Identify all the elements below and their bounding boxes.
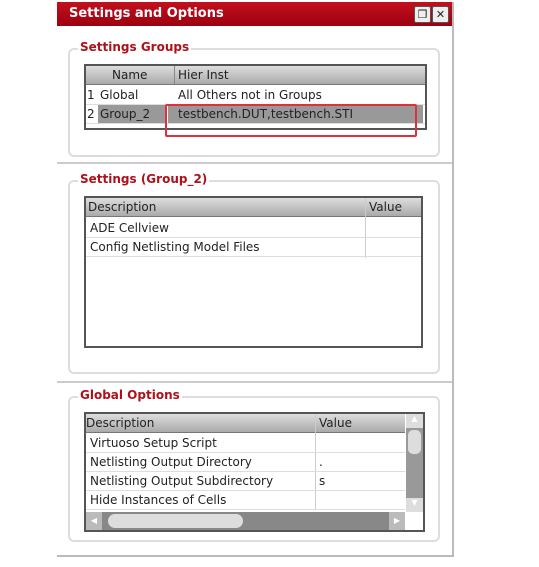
option-description: Netlisting Output Directory: [90, 455, 252, 469]
group-name: Global: [100, 88, 139, 102]
settings-groups-panel: Settings Groups Name Hier Inst 1 Global …: [68, 40, 440, 157]
column-header-description[interactable]: Description: [86, 414, 154, 432]
settings-groups-label: Settings Groups: [78, 40, 192, 54]
group-name: Group_2: [98, 105, 166, 123]
row-number: 2: [87, 107, 95, 121]
setting-description: ADE Cellview: [90, 221, 169, 235]
settings-table: Description Value ADE Cellview Config Ne…: [84, 196, 423, 348]
row-number: 1: [87, 88, 95, 102]
highlight-box: [165, 104, 417, 137]
window-title: Settings and Options: [69, 6, 224, 21]
table-row[interactable]: Hide Instances of Cells: [86, 491, 405, 510]
table-row[interactable]: ADE Cellview: [86, 219, 421, 238]
column-header-name[interactable]: Name: [112, 66, 147, 84]
column-header-description[interactable]: Description: [88, 198, 156, 216]
scroll-up-icon[interactable]: ▲: [406, 414, 423, 428]
global-options-panel: Global Options Description Value Virtuos…: [68, 388, 440, 542]
column-header-value[interactable]: Value: [369, 198, 402, 216]
table-row[interactable]: Virtuoso Setup Script: [86, 434, 405, 453]
title-bar[interactable]: Settings and Options ❐ ✕: [57, 2, 452, 26]
settings-panel: Settings (Group_2) Description Value ADE…: [68, 172, 440, 374]
table-header: Description Value: [86, 198, 421, 217]
group-hier-inst: All Others not in Groups: [178, 88, 322, 102]
table-row[interactable]: Netlisting Output Subdirectory s: [86, 472, 405, 491]
option-description: Hide Instances of Cells: [90, 493, 227, 507]
option-description: Netlisting Output Subdirectory: [90, 474, 274, 488]
option-description: Virtuoso Setup Script: [90, 436, 217, 450]
scroll-left-icon[interactable]: ◀: [86, 512, 102, 530]
column-header-hier-inst[interactable]: Hier Inst: [178, 66, 229, 84]
divider: [57, 162, 452, 164]
horizontal-scroll-thumb[interactable]: [108, 514, 243, 528]
vertical-scrollbar[interactable]: ▲ ▼: [406, 414, 423, 512]
divider: [57, 381, 452, 383]
settings-options-window: Settings and Options ❐ ✕ Settings Groups…: [57, 2, 454, 557]
table-header: Name Hier Inst: [86, 66, 425, 85]
global-options-label: Global Options: [78, 388, 182, 402]
scroll-right-icon[interactable]: ▶: [389, 512, 405, 530]
table-row[interactable]: Netlisting Output Directory .: [86, 453, 405, 472]
setting-description: Config Netlisting Model Files: [90, 240, 260, 254]
table-row[interactable]: Config Netlisting Model Files: [86, 238, 421, 257]
scroll-down-icon[interactable]: ▼: [406, 498, 423, 512]
horizontal-scrollbar[interactable]: ◀ ▶: [86, 512, 405, 530]
table-header: Description Value: [86, 414, 405, 433]
settings-label: Settings (Group_2): [78, 172, 210, 186]
global-options-table: Description Value Virtuoso Setup Script …: [84, 412, 425, 532]
option-value[interactable]: s: [319, 472, 325, 490]
vertical-scroll-thumb[interactable]: [408, 430, 421, 454]
close-icon[interactable]: ✕: [432, 6, 449, 23]
column-header-value[interactable]: Value: [319, 414, 352, 432]
table-row[interactable]: 1 Global All Others not in Groups: [86, 86, 425, 105]
option-value[interactable]: .: [319, 453, 323, 471]
restore-icon[interactable]: ❐: [414, 6, 431, 23]
